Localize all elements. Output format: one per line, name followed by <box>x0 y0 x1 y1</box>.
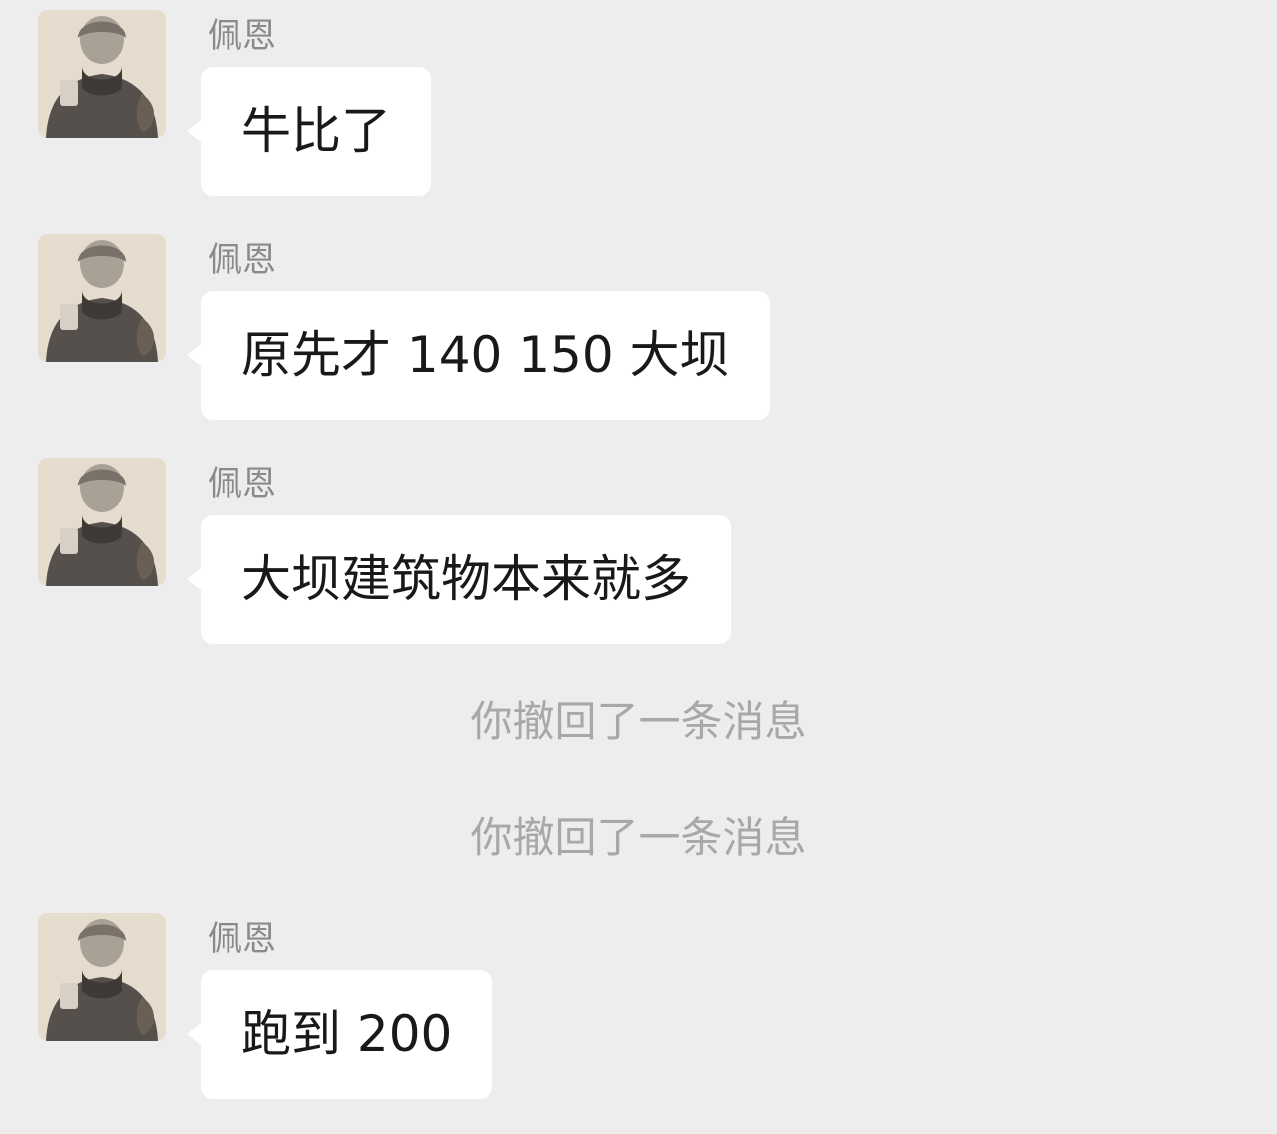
avatar-portrait-icon <box>38 10 166 138</box>
chat-message-list[interactable]: 佩恩 牛比了 佩恩 原先才 140 150 大坝 佩恩 大坝建筑物本来就多 你撤… <box>0 0 1277 1134</box>
sender-name: 佩恩 <box>208 919 276 959</box>
sender-name: 佩恩 <box>208 464 276 504</box>
avatar[interactable] <box>38 10 166 138</box>
sender-name: 佩恩 <box>208 240 276 280</box>
avatar[interactable] <box>38 234 166 362</box>
avatar-portrait-icon <box>38 913 166 1041</box>
recall-notice: 你撤回了一条消息 <box>470 697 807 746</box>
message-bubble[interactable]: 原先才 140 150 大坝 <box>187 291 770 420</box>
message-bubble[interactable]: 牛比了 <box>187 67 431 196</box>
avatar[interactable] <box>38 458 166 586</box>
message-bubble[interactable]: 跑到 200 <box>186 970 493 1099</box>
avatar-portrait-icon <box>38 458 166 586</box>
recall-notice: 你撤回了一条消息 <box>470 813 807 862</box>
avatar[interactable] <box>38 913 166 1041</box>
sender-name: 佩恩 <box>208 16 276 56</box>
message-bubble[interactable]: 大坝建筑物本来就多 <box>187 515 731 644</box>
avatar-portrait-icon <box>38 234 166 362</box>
